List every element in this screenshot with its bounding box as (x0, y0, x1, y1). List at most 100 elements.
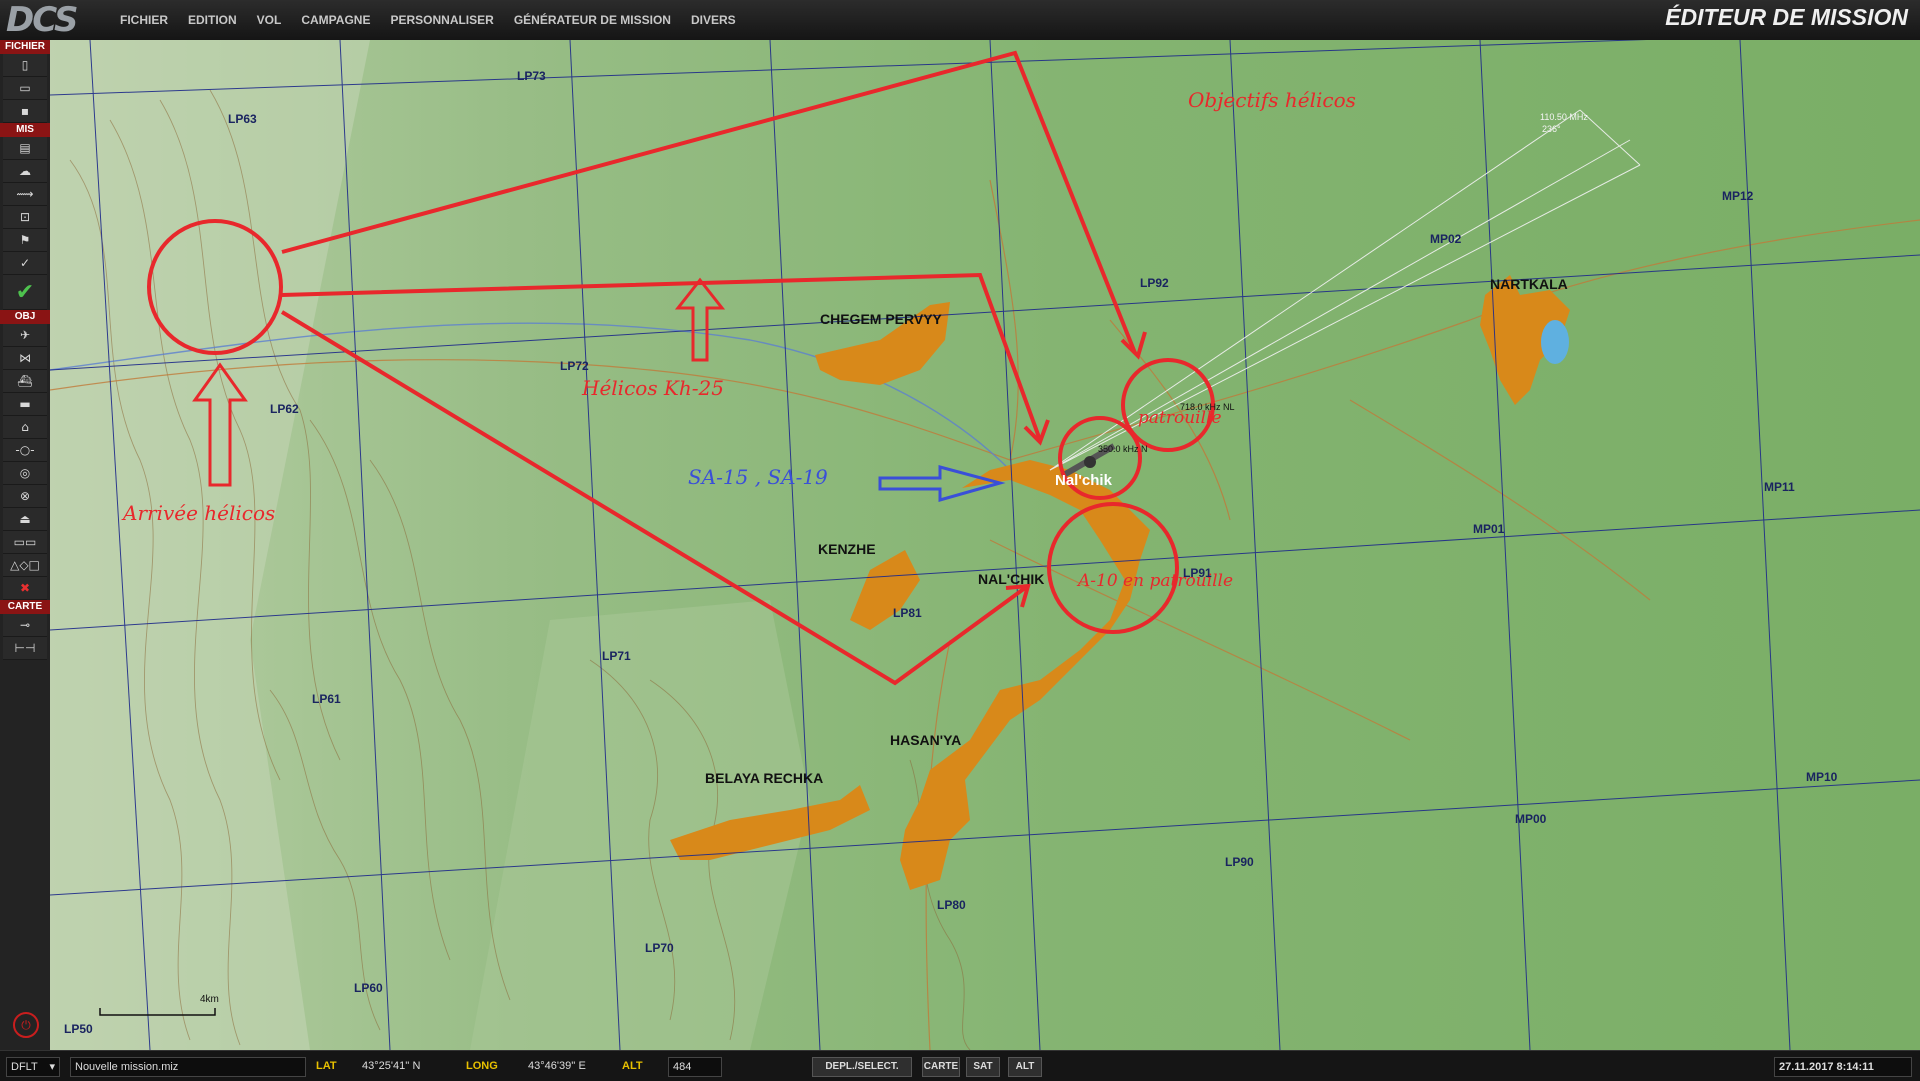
add-target-button[interactable]: ⊗ (3, 485, 47, 508)
add-ship-button[interactable]: ⛴ (3, 370, 47, 393)
town-label: KENZHE (818, 541, 876, 557)
map-canvas[interactable]: LP73 LP63 LP72 LP62 LP92 LP91 LP81 LP71 … (50, 40, 1920, 1050)
briefing-button[interactable]: ▤ (3, 137, 47, 160)
template-icon: ⏏ (19, 512, 31, 526)
new-file-button[interactable]: ▯ (3, 54, 47, 77)
town-label: NAL'CHIK (978, 571, 1044, 587)
scale-label: 4km (200, 994, 219, 1005)
static-icon: ⌂ (21, 420, 29, 434)
validate-button[interactable]: ✔ (3, 275, 47, 310)
weather-button[interactable]: ☁ (3, 160, 47, 183)
map-options-button[interactable]: ⊸ (3, 614, 47, 637)
delete-button[interactable]: ✖ (3, 577, 47, 600)
folder-icon: ▭ (19, 81, 31, 95)
add-vehicle-button[interactable]: ▬ (3, 393, 47, 416)
zones-button[interactable]: ⊡ (3, 206, 47, 229)
check-icon: ✓ (19, 256, 31, 270)
grid-label: LP92 (1140, 276, 1169, 290)
grid-label: LP71 (602, 649, 631, 663)
add-zone-button[interactable]: ◎ (3, 462, 47, 485)
triggers-button[interactable]: ⟿ (3, 183, 47, 206)
section-fichier: FICHIER (0, 40, 50, 54)
menu-personnaliser[interactable]: PERSONNALISER (390, 13, 493, 27)
add-shapes-button[interactable]: △◇□ (3, 554, 47, 577)
grid-label: LP61 (312, 692, 341, 706)
map-mode-sat-button[interactable]: SAT (966, 1057, 1000, 1077)
add-helicopter-button[interactable]: ⋈ (3, 347, 47, 370)
flag-icon: ⚑ (19, 233, 31, 247)
grid-label: LP81 (893, 606, 922, 620)
town-label: HASAN'YA (890, 732, 961, 748)
coalition-select[interactable]: DFLT ▾ (6, 1057, 60, 1077)
check-button[interactable]: ✓ (3, 252, 47, 275)
power-icon[interactable]: ⏻ (13, 1012, 39, 1038)
zone-icon: ◎ (19, 466, 31, 480)
alt-label: ALT (622, 1060, 643, 1072)
menu-divers[interactable]: DIVERS (691, 13, 736, 27)
menu-campagne[interactable]: CAMPAGNE (301, 13, 370, 27)
goals-button[interactable]: ⚑ (3, 229, 47, 252)
grid-label: LP63 (228, 112, 257, 126)
menu-edition[interactable]: EDITION (188, 13, 237, 27)
grid-label: MP00 (1515, 812, 1547, 826)
add-template-button[interactable]: ⏏ (3, 508, 47, 531)
lake (1541, 320, 1569, 364)
annotation-arrival: Arrivée hélicos (121, 501, 275, 525)
section-obj: OBJ (0, 310, 50, 324)
map-mode-carte-button[interactable]: CARTE (922, 1057, 960, 1077)
grid-label: LP70 (645, 941, 674, 955)
new-file-icon: ▯ (21, 58, 29, 72)
add-group-button[interactable]: ▭▭ (3, 531, 47, 554)
grid-label: LP73 (517, 69, 546, 83)
annotation-objectives: Objectifs hélicos (1188, 88, 1356, 112)
grid-label: LP90 (1225, 855, 1254, 869)
ruler-button[interactable]: ⊢⊣ (3, 637, 47, 660)
ship-icon: ⛴ (17, 374, 33, 388)
add-static-button[interactable]: ⌂ (3, 416, 47, 439)
top-menu-bar: DCS FICHIER EDITION VOL CAMPAGNE PERSONN… (0, 0, 1920, 41)
plane-icon: ✈ (19, 328, 31, 342)
status-bar: DFLT ▾ Nouvelle mission.miz LAT 43°25'41'… (0, 1050, 1920, 1081)
app-title: ÉDITEUR DE MISSION (1665, 4, 1908, 30)
menu-vol[interactable]: VOL (257, 13, 282, 27)
group-icon: ▭▭ (13, 535, 37, 549)
menu-generateur-mission[interactable]: GÉNÉRATEUR DE MISSION (514, 13, 671, 27)
save-file-button[interactable]: ▪ (3, 100, 47, 123)
map-view[interactable]: LP73 LP63 LP72 LP62 LP92 LP91 LP81 LP71 … (50, 40, 1920, 1050)
menu-fichier[interactable]: FICHIER (120, 13, 168, 27)
lat-value: 43°25'41'' N (362, 1060, 421, 1072)
grid-label: MP11 (1764, 480, 1795, 494)
helicopter-icon: ⋈ (19, 351, 31, 365)
section-mis: MIS (0, 123, 50, 137)
shapes-icon: △◇□ (10, 558, 40, 572)
select-mode-button[interactable]: DEPL./SELECT. (812, 1057, 912, 1077)
ruler-icon: ⊢⊣ (14, 641, 36, 655)
town-label: BELAYA RECHKA (705, 770, 823, 786)
town-label: NARTKALA (1490, 276, 1568, 292)
chevron-down-icon: ▾ (49, 1061, 55, 1073)
save-icon: ▪ (20, 104, 30, 118)
left-toolbar: FICHIER ▯ ▭ ▪ MIS ▤ ☁ ⟿ ⊡ ⚑ ✓ ✔ OBJ ✈ ⋈ … (0, 40, 51, 1050)
crosshair-icon: ⊗ (19, 489, 31, 503)
circle-check-icon: ✔ (15, 279, 35, 305)
airbase-label: Nal'chik (1055, 472, 1113, 489)
delete-icon: ✖ (19, 581, 31, 595)
main-menu: FICHIER EDITION VOL CAMPAGNE PERSONNALIS… (120, 0, 756, 40)
add-waypoint-button[interactable]: -○- (3, 439, 47, 462)
map-mode-alt-button[interactable]: ALT (1008, 1057, 1042, 1077)
ils-heading: 236° (1542, 124, 1561, 134)
long-label: LONG (466, 1060, 498, 1072)
town-label: CHEGEM PERVYY (820, 311, 943, 327)
grid-label: LP62 (270, 402, 299, 416)
grid-label: MP01 (1473, 522, 1505, 536)
datetime-display: 27.11.2017 8:14:11 (1774, 1057, 1912, 1077)
alt-value: 484 (668, 1057, 722, 1077)
mission-file-field: Nouvelle mission.miz (70, 1057, 306, 1077)
grid-label: LP60 (354, 981, 383, 995)
route-icon: ⟿ (16, 187, 34, 201)
weather-icon: ☁ (19, 164, 31, 178)
document-icon: ▤ (19, 141, 31, 155)
section-carte: CARTE (0, 600, 50, 614)
open-file-button[interactable]: ▭ (3, 77, 47, 100)
add-plane-button[interactable]: ✈ (3, 324, 47, 347)
